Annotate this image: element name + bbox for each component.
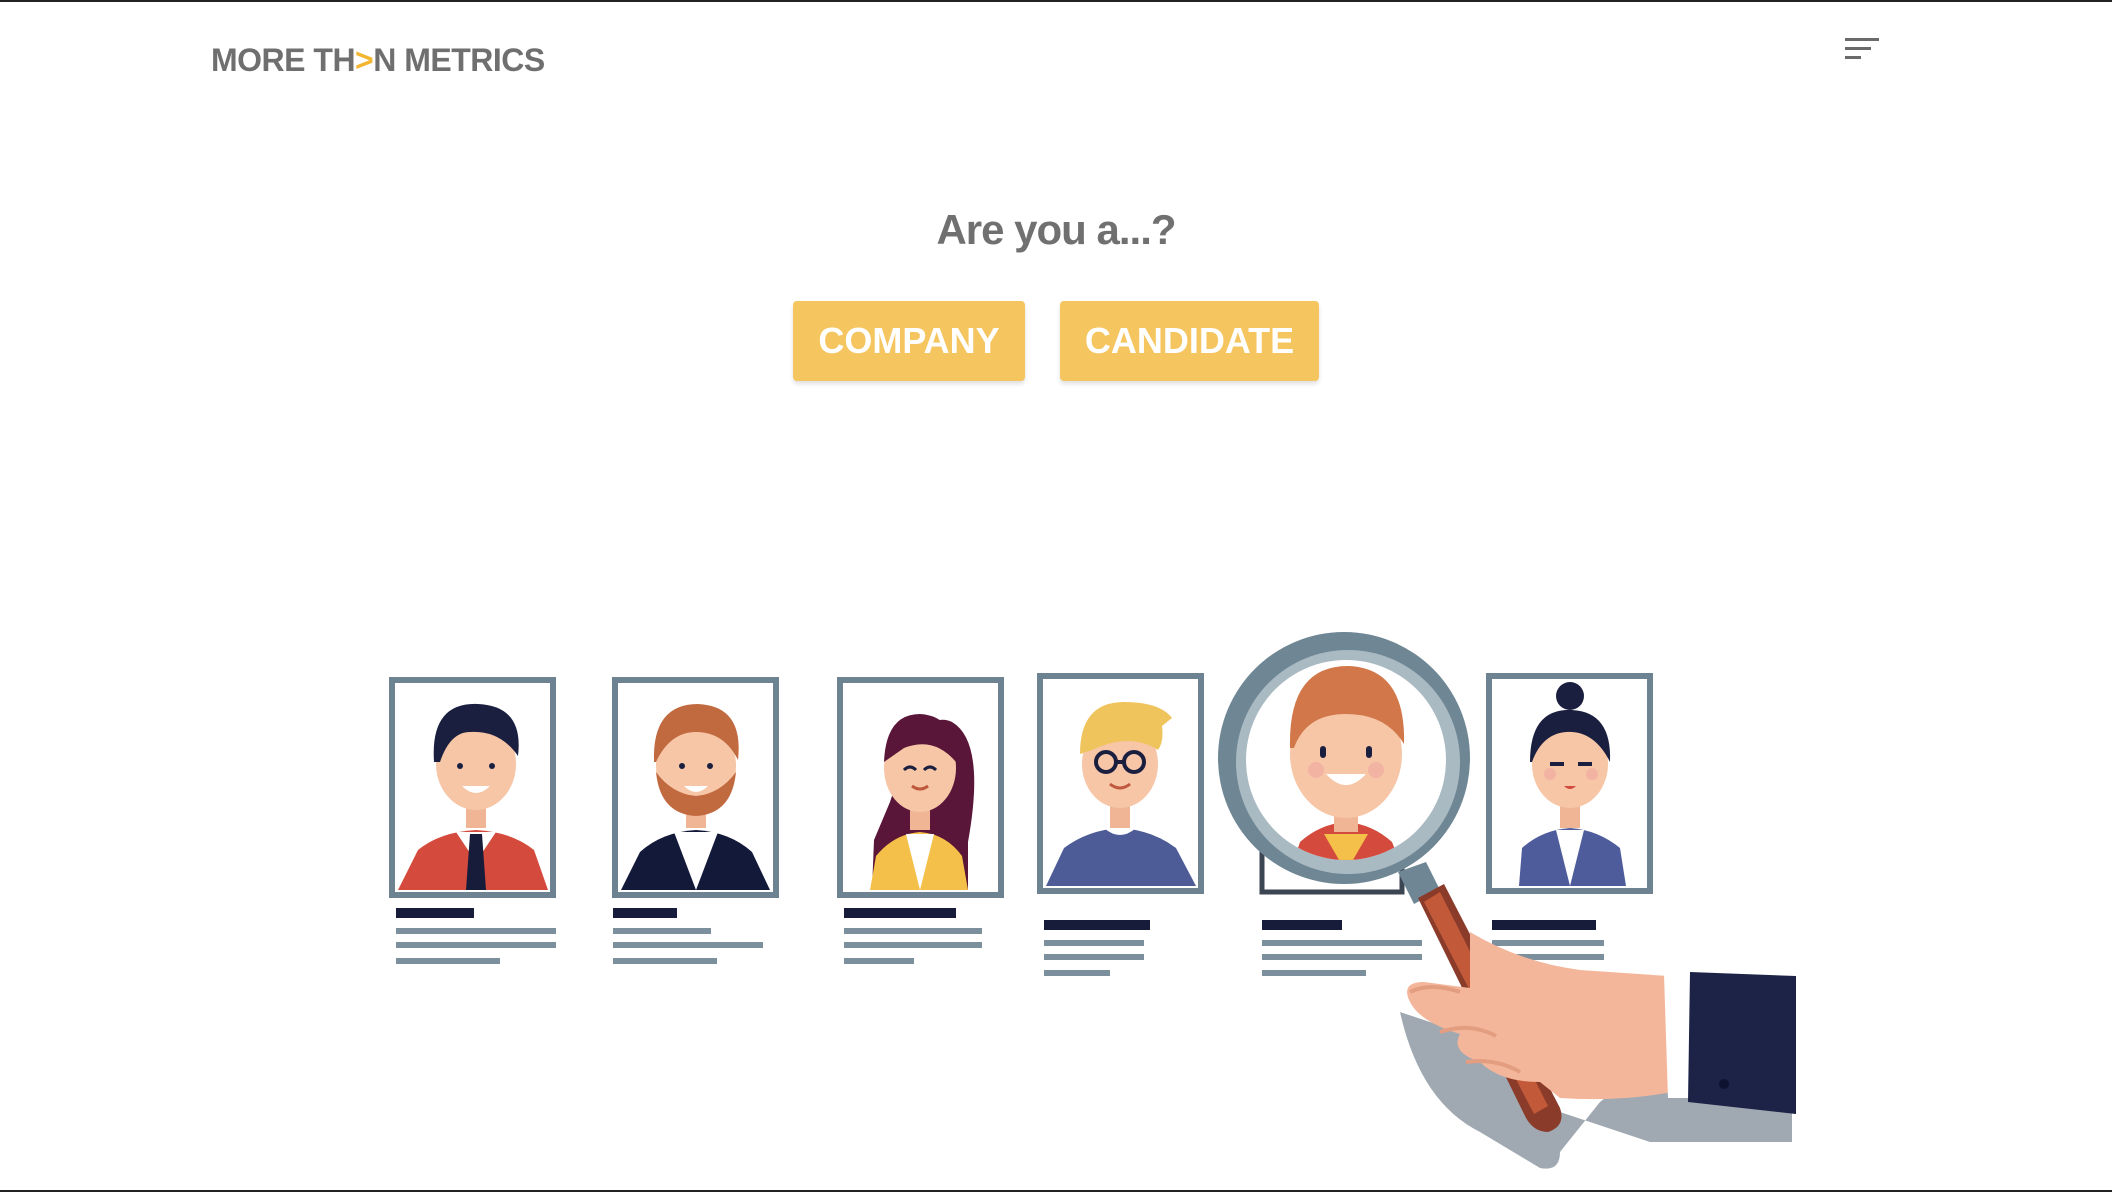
candidate-card-6 [1486,673,1653,976]
candidate-card-4 [1037,673,1204,976]
candidate-search-illustration [389,632,1796,1169]
candidate-card-3 [837,677,1004,964]
candidate-card-1 [389,677,556,964]
candidate-card-2 [612,677,779,964]
page-frame: MORE TH>N METRICS Are you a...? COMPANY … [0,0,2112,1192]
